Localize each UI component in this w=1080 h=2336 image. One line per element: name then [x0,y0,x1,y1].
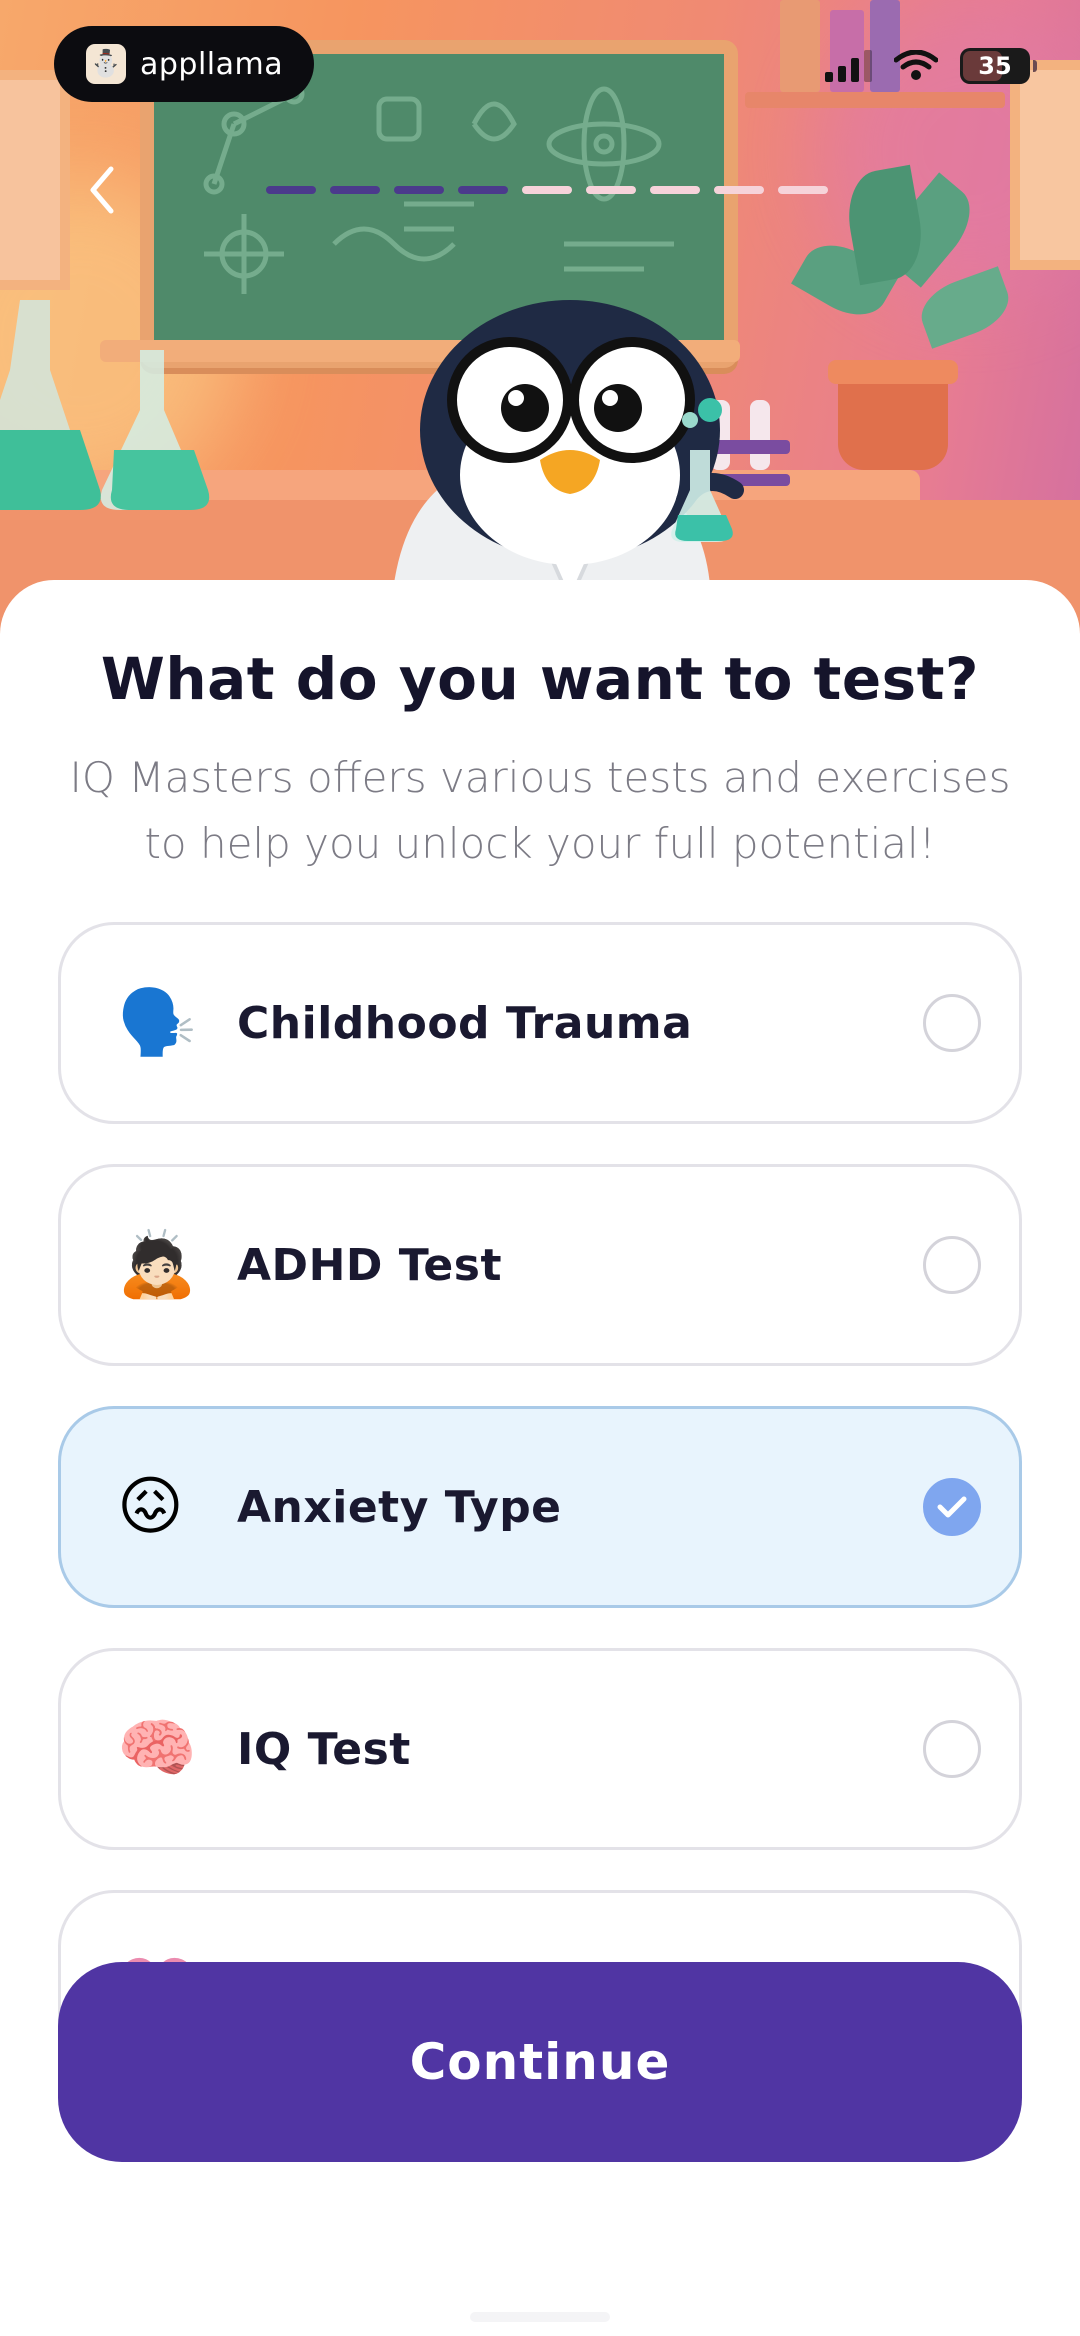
confounded-face-icon: 😖 [117,1470,184,1544]
progress-segment [522,186,572,194]
llama-logo-icon: ⛄ [86,44,126,84]
chevron-left-icon [90,166,114,214]
test-option[interactable]: 🗣️ Childhood Trauma [58,922,1022,1124]
progress-segment [330,186,380,194]
checkmark-icon [937,1496,967,1518]
test-option[interactable]: 🙇🏻 ADHD Test [58,1164,1022,1366]
continue-button[interactable]: Continue [58,1962,1022,2162]
status-indicators: 35 [825,48,1037,84]
plant-pot [828,360,958,470]
test-option-label: Childhood Trauma [237,997,693,1049]
radio-unchecked-icon[interactable] [923,994,981,1052]
battery-level: 35 [978,52,1012,80]
progress-segment [266,186,316,194]
wifi-icon [894,50,938,80]
progress-segment [394,186,444,194]
back-button[interactable] [78,160,126,220]
flask-icon [0,300,210,510]
test-option-label: IQ Test [237,1723,411,1775]
test-option[interactable]: 🧠 IQ Test [58,1648,1022,1850]
speaking-head-icon: 🗣️ [117,986,197,1060]
progress-segment [714,186,764,194]
book [780,0,820,92]
test-option-label: Anxiety Type [237,1481,562,1533]
home-indicator [470,2312,610,2322]
radio-unchecked-icon[interactable] [923,1236,981,1294]
progress-segment [650,186,700,194]
progress-segment [586,186,636,194]
brand-name: appllama [140,46,284,82]
wall-frame [1010,60,1080,270]
shelf [745,92,1005,108]
page-title: What do you want to test? [100,645,980,713]
wall-frame [0,70,70,290]
brain-icon: 🧠 [117,1712,197,1786]
radio-checked-icon[interactable] [923,1478,981,1536]
progress-segment [458,186,508,194]
test-option[interactable]: 😖 Anxiety Type [58,1406,1022,1608]
progress-segment [778,186,828,194]
progress-indicator [266,186,828,194]
radio-unchecked-icon[interactable] [923,1720,981,1778]
person-bowing-icon: 🙇🏻 [117,1228,197,1302]
page-subtitle: IQ Masters offers various tests and exer… [69,753,1011,868]
cellular-signal-icon [825,50,872,82]
brand-pill: ⛄ appllama [54,26,314,102]
battery-icon: 35 [960,48,1037,84]
hero-illustration: ⛄ appllama 35 [0,0,1080,640]
test-option-label: ADHD Test [237,1239,502,1291]
